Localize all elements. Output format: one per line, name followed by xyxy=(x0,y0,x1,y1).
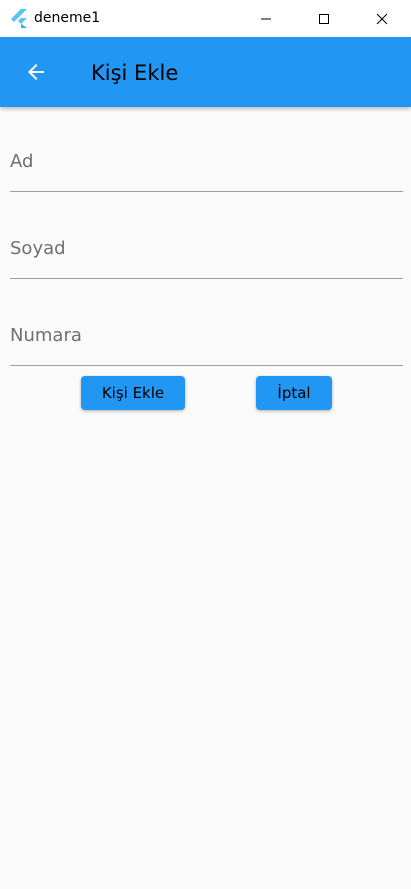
cancel-button[interactable]: İptal xyxy=(256,376,332,410)
minimize-button[interactable] xyxy=(243,0,289,37)
ad-input[interactable] xyxy=(10,132,403,190)
window-title: deneme1 xyxy=(34,10,101,26)
page-title: Kişi Ekle xyxy=(91,61,179,85)
soyad-field-container xyxy=(10,219,403,279)
app-bar: Kişi Ekle xyxy=(0,37,411,107)
arrow-back-icon xyxy=(28,64,44,80)
ad-underline xyxy=(10,191,403,192)
close-button[interactable] xyxy=(359,0,405,37)
maximize-button[interactable] xyxy=(301,0,347,37)
soyad-input[interactable] xyxy=(10,219,403,277)
soyad-underline xyxy=(10,278,403,279)
numara-field-container xyxy=(10,306,403,366)
back-button[interactable] xyxy=(14,50,58,94)
ad-field-container xyxy=(10,132,403,192)
numara-underline xyxy=(10,365,403,366)
maximize-icon xyxy=(319,13,329,24)
window-titlebar: deneme1 xyxy=(0,0,411,37)
close-icon xyxy=(376,13,388,24)
flutter-logo-icon xyxy=(11,9,27,28)
minimize-icon xyxy=(261,18,271,19)
add-contact-button[interactable]: Kişi Ekle xyxy=(81,376,185,410)
numara-input[interactable] xyxy=(10,306,403,364)
